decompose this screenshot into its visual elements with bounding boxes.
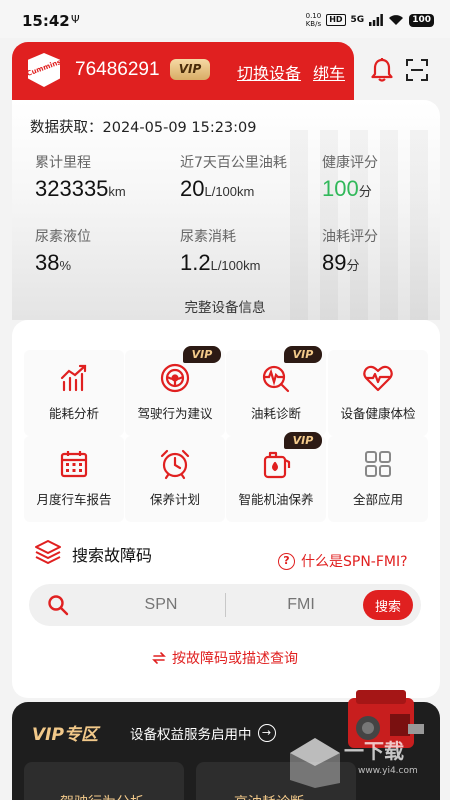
search-icon: [48, 595, 69, 616]
fault-search-bar: 搜索: [29, 584, 421, 626]
metric-label: 尿素消耗: [180, 229, 236, 245]
menu-label: 保养计划: [149, 492, 200, 507]
vip-tag: VIP: [183, 346, 221, 363]
net-speed: 0.10 KB/s: [305, 12, 322, 28]
hd-icon: HD: [326, 14, 346, 26]
metric-value-fuel: 20L/100km: [180, 176, 255, 201]
diagnosis-icon: [262, 365, 290, 393]
menu-label: 设备健康体检: [340, 406, 416, 421]
steering-wheel-icon: [160, 363, 190, 393]
menu-label: 月度行车报告: [36, 492, 112, 507]
scan-icon[interactable]: [405, 58, 429, 82]
metric-value-fuel-score: 89分: [322, 250, 360, 275]
question-icon: ?: [278, 552, 295, 570]
menu-item-health-check[interactable]: 设备健康体检: [328, 350, 428, 436]
oil-can-icon: [263, 451, 291, 479]
search-button[interactable]: 搜索: [363, 590, 413, 620]
vip-card-label: 高油耗诊断: [234, 792, 304, 800]
chart-trend-icon: [60, 364, 87, 392]
watermark-url: www.yi4.com: [358, 766, 418, 776]
alarm-clock-icon: [160, 449, 190, 480]
menu-item-energy-analysis[interactable]: 能耗分析: [24, 350, 124, 436]
menu-item-all-apps[interactable]: 全部应用: [328, 436, 428, 522]
full-device-info-link[interactable]: 完整设备信息: [0, 296, 450, 316]
data-timestamp: 数据获取：2024-05-09 15:23:09: [30, 120, 257, 136]
field-divider: [225, 593, 226, 617]
metric-label: 近7天百公里油耗: [180, 155, 287, 171]
menu-item-maintenance-plan[interactable]: 保养计划: [125, 436, 225, 522]
swap-icon: [152, 652, 166, 664]
spn-input[interactable]: [91, 592, 231, 618]
bell-icon[interactable]: [370, 57, 394, 83]
menu-label: 智能机油保养: [238, 492, 314, 507]
fmi-input[interactable]: [241, 592, 361, 618]
metric-label: 健康评分: [322, 155, 378, 171]
heart-pulse-icon: [363, 365, 393, 392]
layers-icon: [35, 540, 61, 564]
menu-item-smart-oil[interactable]: VIP 智能机油保养: [226, 432, 326, 522]
menu-label: 油耗诊断: [250, 406, 301, 421]
calendar-icon: [60, 451, 88, 478]
metric-label: 尿素液位: [35, 229, 91, 245]
metric-value-health: 100分: [322, 176, 372, 201]
bind-car-link[interactable]: 绑车: [313, 60, 345, 84]
menu-label: 驾驶行为建议: [137, 406, 213, 421]
switch-device-link[interactable]: 切换设备: [237, 60, 301, 84]
device-id: 76486291: [75, 59, 160, 80]
watermark-text: 一下载: [344, 739, 404, 763]
spn-fmi-help-link[interactable]: ? 什么是SPN-FMI?: [278, 551, 408, 571]
metric-label: 累计里程: [35, 155, 91, 171]
vip-tag: VIP: [284, 346, 322, 363]
status-time: 15:42: [22, 12, 70, 30]
vip-tag: VIP: [284, 432, 322, 449]
metric-value-urea-consumption: 1.2L/100km: [180, 250, 261, 275]
menu-item-monthly-report[interactable]: 月度行车报告: [24, 436, 124, 522]
vip-zone-title: VIP专区: [32, 725, 98, 745]
vip-service-link[interactable]: 设备权益服务启用中 →: [130, 723, 276, 743]
metric-value-urea-level: 38%: [35, 250, 72, 275]
wifi-icon: [389, 15, 404, 25]
vip-badge: VIP: [170, 59, 210, 80]
metric-label: 油耗评分: [322, 229, 378, 245]
menu-item-fuel-diagnosis[interactable]: VIP 油耗诊断: [226, 346, 326, 436]
grid-icon: [365, 451, 391, 477]
menu-label: 能耗分析: [48, 406, 99, 421]
vip-card-label: 驾驶行为分析: [60, 792, 144, 800]
fault-search-title: 搜索故障码: [72, 546, 153, 565]
query-by-code-link[interactable]: 按故障码或描述查询: [0, 648, 450, 668]
status-bar: 15:42 Ψ 0.10 KB/s HD 5G 100: [0, 0, 450, 38]
signal-icon: [369, 14, 384, 26]
network-type: 5G: [350, 15, 365, 25]
usb-icon: Ψ: [71, 13, 80, 26]
menu-item-driving-behavior[interactable]: VIP 驾驶行为建议: [125, 346, 225, 436]
battery-icon: 100: [409, 13, 434, 27]
metric-value-mileage: 323335km: [35, 176, 126, 201]
arrow-right-icon: →: [257, 724, 276, 742]
status-indicators: 0.10 KB/s HD 5G 100: [306, 11, 434, 29]
menu-label: 全部应用: [352, 492, 403, 507]
